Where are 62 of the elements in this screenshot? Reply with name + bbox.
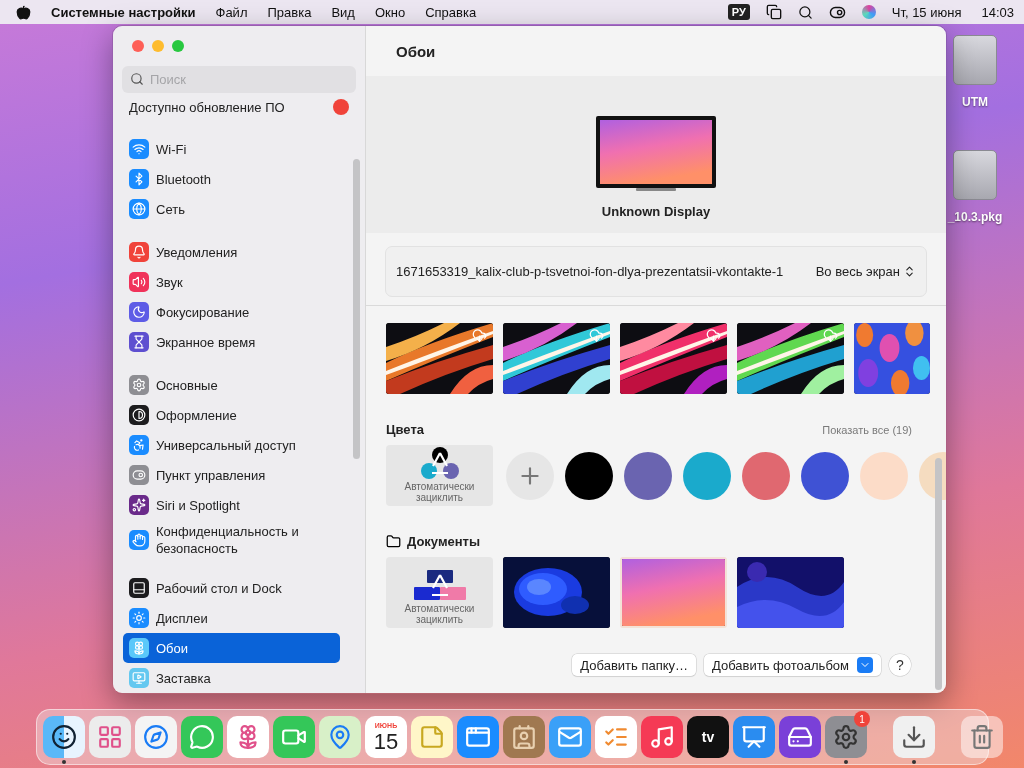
sidebar-item[interactable]: Экранное время <box>123 327 340 357</box>
sidebar-item[interactable]: Siri и Spotlight <box>123 490 340 520</box>
calendar-day: 15 <box>373 729 399 754</box>
sidebar-item[interactable]: Доступно обновление ПО <box>113 93 365 121</box>
add-folder-button[interactable]: Добавить папку… <box>572 654 697 676</box>
sidebar-item-label: Рабочий стол и Dock <box>156 579 282 597</box>
sidebar-item-label: Конфиденциальность и безопасность <box>156 523 300 557</box>
sidebar-item[interactable]: Уведомления <box>123 237 340 267</box>
menu-item[interactable]: Вид <box>331 4 355 20</box>
sidebar-item-label: Заставка <box>156 669 211 687</box>
sidebar-item-label: Пункт управления <box>156 466 266 484</box>
sidebar-item[interactable]: Основные <box>123 370 340 400</box>
search-field[interactable]: Поиск <box>122 66 356 93</box>
sidebar-item[interactable]: Заставка <box>123 663 340 693</box>
page-title: Обои <box>396 42 436 60</box>
sidebar-item[interactable]: Обои <box>123 633 340 663</box>
auto-cycle-tile[interactable]: Автоматически зациклить <box>386 445 493 506</box>
sidebar-item-label: Сеть <box>156 200 185 218</box>
menubar-date[interactable]: Чт, 15 июня <box>891 4 962 20</box>
tv-app-tile[interactable]: tv <box>687 716 729 758</box>
sidebar-item[interactable]: Bluetooth <box>123 164 340 194</box>
sidebar-item-label: Экранное время <box>156 333 256 351</box>
show-all-link[interactable]: Показать все (19) <box>822 423 912 436</box>
sidebar-item[interactable]: Звук <box>123 267 340 297</box>
notification-badge: 1 <box>854 711 870 727</box>
sidebar-item[interactable]: Пункт управления <box>123 460 340 490</box>
sidebar-item[interactable]: Оформление <box>123 400 340 430</box>
sidebar-item-label: Wi-Fi <box>156 140 187 158</box>
wallpaper-file-name: 1671653319_kalix-club-p-tsvetnoi-fon-dlya-prezentatsii-vkontakte-1 <box>396 263 785 280</box>
sidebar-item[interactable]: Конфиденциальность и безопасность <box>123 520 340 560</box>
menu-item[interactable]: Справка <box>425 4 477 20</box>
sidebar-item[interactable]: Дисплеи <box>123 603 340 633</box>
sidebar-item-label: Фокусирование <box>156 303 250 321</box>
sidebar-item-label: Звук <box>156 273 183 291</box>
section-title: Документы <box>407 534 481 549</box>
help-button[interactable]: ? <box>889 654 911 676</box>
menu-item[interactable]: Правка <box>267 4 312 20</box>
sidebar-item-label: Siri и Spotlight <box>156 496 240 514</box>
add-album-button[interactable]: Добавить фотоальбом <box>704 654 881 676</box>
input-source[interactable]: РУ <box>727 4 750 20</box>
sidebar-item-label: Дисплеи <box>156 609 208 627</box>
sidebar-item-label: Оформление <box>156 406 237 424</box>
fit-popup-button[interactable]: Во весь экран <box>815 263 916 280</box>
sidebar-item-label: Bluetooth <box>156 170 211 188</box>
section-title: Цвета <box>386 422 424 437</box>
app-menu[interactable]: Системные настройки <box>51 4 196 20</box>
sidebar-item[interactable]: Wi-Fi <box>123 134 340 164</box>
sidebar-item-label: Универсальный доступ <box>156 436 296 454</box>
sidebar-item-label: Уведомления <box>156 243 238 261</box>
menubar-time[interactable]: 14:03 <box>981 4 1014 20</box>
sidebar-item[interactable]: Фокусирование <box>123 297 340 327</box>
menu-item[interactable]: Файл <box>215 4 248 20</box>
tv-label: tv <box>701 729 715 745</box>
sidebar-item[interactable]: Рабочий стол и Dock <box>123 573 340 603</box>
display-name: Unknown Display <box>601 204 711 219</box>
sidebar-item-label: Обои <box>156 639 189 657</box>
sidebar-item-label: Основные <box>156 376 218 394</box>
auto-cycle-tile[interactable]: Автоматически зациклить <box>386 557 493 628</box>
sidebar-item[interactable]: Сеть <box>123 194 340 224</box>
desktop-icon-label[interactable]: UTM <box>962 95 988 109</box>
menu-item[interactable]: Окно <box>374 4 406 20</box>
sidebar-item[interactable]: Универсальный доступ <box>123 430 340 460</box>
